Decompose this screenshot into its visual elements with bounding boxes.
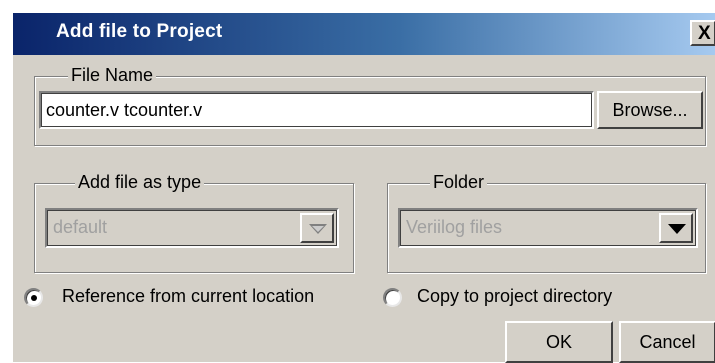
file-name-group: File Name Browse... — [34, 65, 706, 146]
close-button[interactable]: X — [690, 20, 715, 46]
file-type-label: Add file as type — [75, 172, 205, 193]
dialog-title: Add file to Project — [56, 21, 223, 42]
file-type-select-frame: default — [45, 208, 339, 248]
file-name-input-frame — [39, 91, 594, 129]
file-type-value: default — [53, 217, 108, 237]
radio-selected-dot — [31, 295, 37, 301]
chevron-down-icon — [309, 224, 327, 234]
browse-button[interactable]: Browse... — [597, 91, 703, 129]
folder-label: Folder — [430, 172, 488, 193]
radio-copy-button[interactable] — [383, 288, 402, 307]
folder-select-frame: Veriilog files — [398, 208, 698, 248]
ok-button[interactable]: OK — [505, 321, 613, 363]
title-bar[interactable]: Add file to Project X — [13, 13, 715, 55]
file-type-select[interactable]: default — [47, 210, 337, 246]
file-name-label: File Name — [68, 65, 157, 86]
folder-select[interactable]: Veriilog files — [400, 210, 696, 246]
close-icon: X — [698, 23, 711, 44]
radio-reference-button[interactable] — [24, 288, 43, 307]
chevron-down-icon — [668, 224, 686, 234]
folder-dropdown-button[interactable] — [659, 213, 693, 243]
folder-group: Folder Veriilog files — [387, 172, 706, 273]
cancel-button[interactable]: Cancel — [619, 321, 715, 363]
file-name-input[interactable] — [41, 93, 592, 127]
file-type-group: Add file as type default — [34, 172, 354, 273]
file-type-dropdown-button[interactable] — [300, 213, 334, 243]
add-file-dialog: Add file to Project X File Name Browse..… — [12, 12, 715, 363]
folder-value: Veriilog files — [406, 217, 503, 237]
radio-reference-label: Reference from current location — [62, 286, 315, 306]
radio-copy-label: Copy to project directory — [417, 286, 613, 306]
